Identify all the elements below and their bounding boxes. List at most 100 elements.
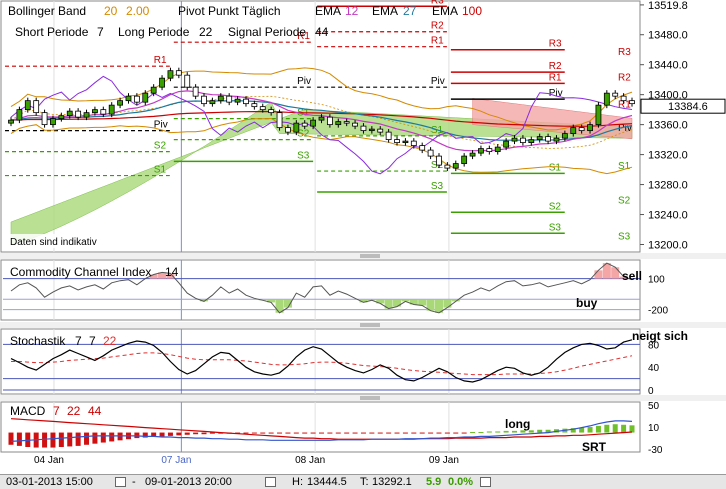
candle-body: [251, 103, 258, 108]
stoch-title: Stochastik: [10, 334, 66, 348]
candle-body: [377, 128, 384, 133]
macd-histogram-bar: [42, 432, 48, 448]
range-from: 03-01-2013 15:00: [6, 476, 93, 488]
candle-body: [360, 125, 367, 132]
macd-histogram-bar: [587, 427, 593, 433]
legend-item: 12: [345, 4, 359, 18]
x-tick-label: 09 Jan: [429, 455, 459, 466]
macd-histogram-bar: [159, 432, 165, 437]
high-label: H:: [292, 476, 303, 488]
candle-body: [326, 116, 333, 126]
candle-body: [612, 92, 619, 97]
candle-body: [66, 110, 73, 117]
pivot-label-s1: S1: [154, 165, 167, 176]
macd-param: 7: [53, 404, 60, 418]
stock-chart[interactable]: 13519.813480.013440.013400.013360.013320…: [0, 0, 726, 474]
stoch-param: 7: [75, 334, 82, 348]
y-tick-label: 13320.0: [648, 150, 688, 162]
candle-body: [478, 148, 484, 154]
candle-body: [226, 95, 233, 103]
candle-body: [259, 106, 266, 111]
macd-histogram-bar: [537, 429, 543, 433]
macd-histogram-bar: [453, 432, 459, 434]
legend-item: EMA: [432, 4, 458, 18]
candle-body: [268, 109, 275, 114]
pivot-label-s3: S3: [549, 222, 562, 233]
cci-title: Commodity Channel Index: [10, 265, 151, 279]
macd-histogram-bar: [84, 432, 90, 445]
candle-body: [75, 110, 82, 118]
level-label-s3: S3: [618, 232, 631, 243]
candle-body: [587, 124, 593, 132]
candle-body: [133, 95, 140, 103]
candle-body: [33, 100, 40, 114]
pane-splitter: [0, 395, 726, 401]
candle-body: [125, 95, 132, 102]
candle-body: [603, 92, 610, 106]
pivot-label-r2: R2: [549, 61, 562, 72]
candle-body: [494, 146, 501, 152]
y-tick-label: 13200.0: [648, 240, 688, 252]
candle-body: [293, 122, 300, 133]
stoch-param: 7: [89, 334, 96, 348]
candle-body: [461, 155, 468, 164]
macd-histogram-bar: [100, 432, 106, 443]
candle-body: [209, 100, 216, 105]
macd-histogram-bar: [503, 430, 509, 433]
range-to: 09-01-2013 20:00: [145, 476, 232, 488]
pivot-label-s1: S1: [549, 162, 562, 173]
low-label: T:: [360, 476, 369, 488]
macd-histogram-bar: [167, 432, 173, 436]
candle-body: [436, 155, 442, 166]
candle-body: [234, 98, 241, 103]
y-tick-label: 13480.0: [648, 30, 688, 42]
legend-item: Pivot Punkt Täglich: [178, 4, 281, 18]
last-price-label: 13384.6: [668, 101, 708, 113]
candle-body: [427, 149, 434, 157]
pane-splitter: [0, 322, 726, 328]
pivot-label-r1: R1: [549, 72, 562, 83]
candle-body: [92, 109, 98, 114]
candle-body: [301, 122, 308, 127]
candle-body: [561, 133, 568, 139]
macd-histogram-bar: [319, 432, 324, 434]
macd-histogram-bar: [251, 432, 257, 434]
legend-item: 27: [403, 4, 417, 18]
macd-histogram-bar: [184, 432, 190, 435]
pivot-label-piv: Piv: [297, 76, 311, 87]
pivot-label-s2: S2: [154, 141, 167, 152]
legend-line-1: Bollinger Band 20 2.00 Pivot Punkt Täglich E…: [8, 4, 482, 18]
macd-histogram-bar: [109, 432, 115, 442]
macd-histogram-bar: [8, 432, 14, 445]
legend-line-2: Short Periode 7 Long Periode 22 Signal Perio…: [15, 25, 329, 39]
candle-body: [335, 121, 342, 126]
change-value: 5.9: [426, 476, 442, 488]
legend-item: Bollinger Band: [8, 4, 86, 18]
macd-histogram-bar: [67, 432, 73, 447]
candle-body: [243, 98, 249, 105]
candle-body: [385, 131, 392, 141]
status-bar: 03-01-2013 15:00 - 09-01-2013 20:00 H: 1…: [0, 474, 726, 489]
level-label-s2: S2: [618, 196, 631, 207]
y-tick-label: 13280.0: [648, 180, 688, 192]
candle-body: [486, 148, 493, 152]
macd-histogram-bar: [478, 432, 484, 433]
candle-body: [343, 121, 350, 124]
stoch-smooth: 22: [103, 334, 117, 348]
candle-body: [276, 112, 283, 129]
macd-histogram-bar: [310, 432, 316, 434]
candle-body: [469, 152, 476, 157]
macd-param: 44: [88, 404, 102, 418]
macd-histogram-bar: [92, 432, 98, 444]
candle-body: [402, 140, 409, 144]
macd-histogram-bar: [377, 432, 383, 434]
cci-buy-annotation: buy: [576, 296, 598, 310]
candle-body: [578, 127, 585, 132]
candle-body: [620, 95, 627, 102]
candle-body: [83, 112, 90, 118]
macd-histogram-bar: [461, 432, 467, 434]
macd-histogram-bar: [268, 432, 274, 434]
candle-body: [8, 119, 14, 124]
stoch-tick-label: 0: [648, 386, 654, 397]
candle-body: [545, 136, 551, 142]
